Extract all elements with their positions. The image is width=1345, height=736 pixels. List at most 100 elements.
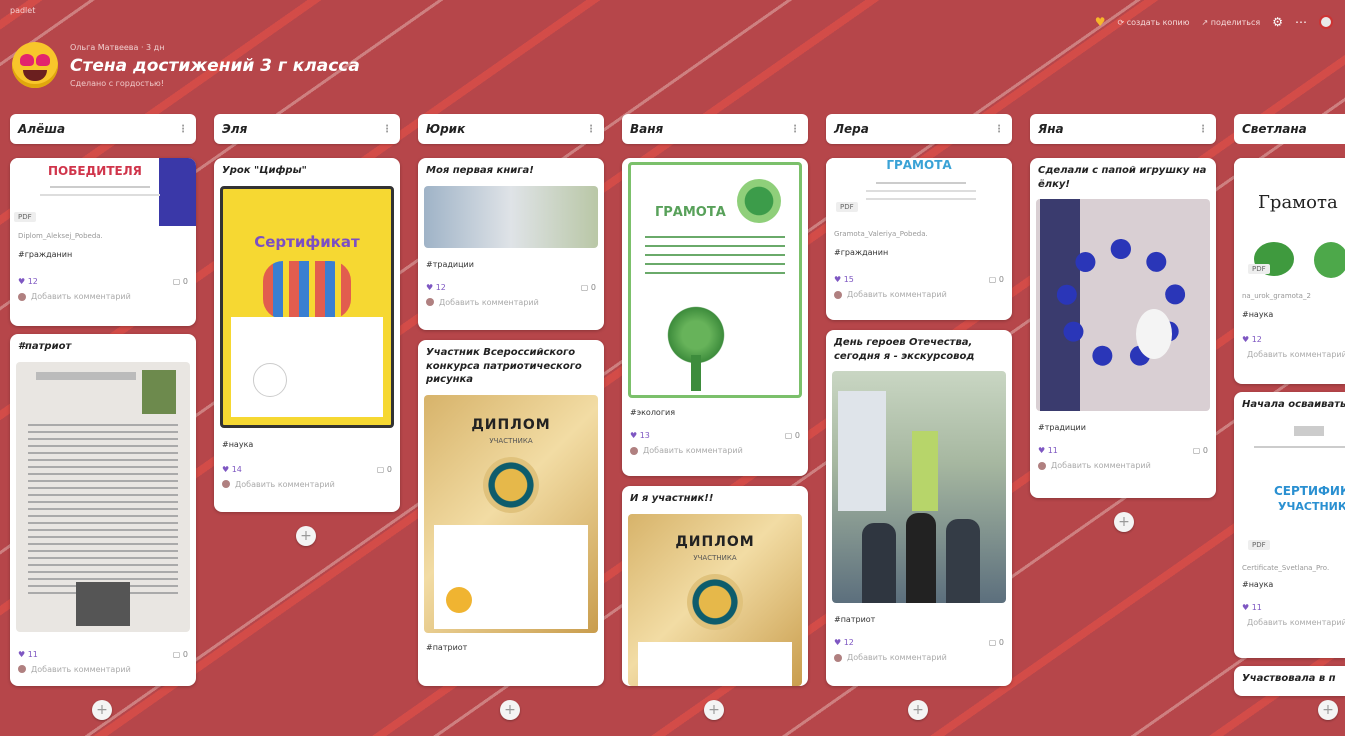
column-menu-icon[interactable]: ⋮	[1198, 124, 1208, 135]
column-header[interactable]: Эля ⋮	[214, 114, 400, 144]
like-button[interactable]: ♥ 12	[834, 638, 854, 647]
post-card[interactable]: ГРАМОТА #экология ♥ 13 ▢ 0 Добавить комме…	[622, 158, 808, 476]
gramota-image[interactable]: ГРАМОТА	[628, 162, 802, 398]
diploma-image[interactable]: ДИПЛОМ УЧАСТНИКА	[628, 513, 802, 686]
column-menu-icon[interactable]: ⋮	[178, 124, 188, 135]
add-post-button[interactable]: +	[704, 700, 724, 720]
diploma-image[interactable]: ДИПЛОМ УЧАСТНИКА	[424, 394, 598, 633]
add-post-button[interactable]: +	[296, 526, 316, 546]
column-menu-icon[interactable]: ⋮	[382, 124, 392, 135]
add-comment[interactable]: Добавить комментарий	[826, 288, 1012, 305]
comment-count[interactable]: ▢ 0	[377, 465, 392, 474]
column-yana: Яна ⋮	[1030, 114, 1216, 144]
like-button[interactable]: ♥ 15	[834, 275, 854, 284]
avatar	[834, 290, 842, 299]
more-icon[interactable]: ⋯	[1295, 15, 1307, 29]
like-button[interactable]: ♥ 11	[1242, 603, 1262, 612]
add-post-button[interactable]: +	[500, 700, 520, 720]
like-button[interactable]: ♥ 12	[18, 277, 38, 286]
add-post-button[interactable]: +	[92, 700, 112, 720]
post-card[interactable]: Участвовала в п	[1234, 666, 1345, 696]
padlet-logo[interactable]: padlet	[10, 6, 35, 15]
column-header[interactable]: Лера ⋮	[826, 114, 1012, 144]
certificate-image[interactable]: Сертификат	[220, 185, 394, 428]
gramota-heading: ГРАМОТА	[886, 158, 952, 172]
avatar	[1038, 461, 1046, 470]
like-count: 13	[639, 431, 650, 440]
comment-count[interactable]: ▢ 0	[785, 431, 800, 440]
column-header[interactable]: Юрик ⋮	[418, 114, 604, 144]
add-comment[interactable]: Добавить комментарий	[826, 651, 1012, 668]
add-comment[interactable]: Добавить комментарий	[214, 478, 400, 495]
post-card[interactable]: Начала осваивать программирование СЕРТИФ…	[1234, 392, 1345, 658]
add-comment[interactable]: Добавить комментарий	[10, 290, 196, 307]
add-comment[interactable]: Добавить комментарий	[1234, 348, 1345, 365]
add-comment[interactable]: Добавить комментарий	[622, 444, 808, 461]
like-count: 12	[1251, 335, 1262, 344]
post-card[interactable]: Урок "Цифры" Сертификат #наука ♥ 14 ▢ 0 Д…	[214, 158, 400, 512]
like-button[interactable]: ♥ 13	[630, 431, 650, 440]
post-card[interactable]: Грамота PDF na_urok_gramota_2 #наука ♥ 1…	[1234, 158, 1345, 384]
post-image[interactable]	[16, 361, 190, 632]
column-header[interactable]: Светлана⋮	[1234, 114, 1345, 144]
column-header[interactable]: Ваня ⋮	[622, 114, 808, 144]
like-button[interactable]: ♥ 11	[18, 650, 38, 659]
comment-count-value: 0	[182, 649, 188, 659]
pdf-badge: PDF	[836, 202, 858, 212]
document-preview[interactable]: ГРАМОТА PDF	[826, 158, 1012, 224]
comment-count[interactable]: ▢ 0	[1193, 446, 1208, 455]
remake-button[interactable]: ⟳ создать копию	[1117, 18, 1189, 27]
globe-icon	[737, 179, 781, 223]
pdf-badge: PDF	[14, 212, 36, 222]
like-button[interactable]: ♥ 14	[222, 465, 242, 474]
post-card[interactable]: День героев Отечества, сегодня я - экску…	[826, 330, 1012, 686]
wall-title: Стена достижений 3 г класса	[70, 56, 360, 76]
comment-count[interactable]: ▢ 0	[581, 283, 596, 292]
column-header[interactable]: Яна ⋮	[1030, 114, 1216, 144]
add-comment[interactable]: Добавить комментарий	[10, 663, 196, 680]
like-count: 15	[843, 275, 854, 284]
post-card[interactable]: Участник Всероссийского конкурса патриот…	[418, 340, 604, 686]
column-lera: Лера ⋮	[826, 114, 1012, 144]
like-button[interactable]: ♥ 12	[1242, 335, 1262, 344]
like-count: 11	[27, 649, 38, 659]
comment-count[interactable]: ▢ 0	[989, 638, 1004, 647]
certificate-image[interactable]: СЕРТИФИКАТ УЧАСТНИКА PDF	[1234, 419, 1345, 560]
avatar	[18, 665, 26, 673]
add-post-button[interactable]: +	[908, 700, 928, 720]
gear-icon[interactable]: ⚙	[1272, 15, 1283, 29]
add-comment[interactable]: Добавить комментарий	[418, 296, 604, 313]
column-menu-icon[interactable]: ⋮	[994, 124, 1004, 135]
post-tag: #наука	[1242, 310, 1274, 319]
heart-icon[interactable]: ♥	[1095, 15, 1106, 29]
like-button[interactable]: ♥ 11	[1038, 446, 1058, 455]
post-image[interactable]	[832, 371, 1006, 603]
comment-count[interactable]: ▢ 0	[989, 275, 1004, 284]
add-post-button[interactable]: +	[1318, 700, 1338, 720]
add-comment[interactable]: Добавить комментарий	[1234, 616, 1345, 633]
post-image[interactable]	[424, 185, 598, 248]
column-menu-icon[interactable]: ⋮	[586, 124, 596, 135]
post-card[interactable]: ПОБЕДИТЕЛЯ PDF Diplom_Aleksej_Pobeda. #г…	[10, 158, 196, 326]
comment-count[interactable]: ▢ 0	[173, 277, 188, 286]
post-card[interactable]: Сделали с папой игрушку на ёлку! #традиц…	[1030, 158, 1216, 498]
post-card[interactable]: Моя первая книга! #традиции ♥ 12 ▢ 0 Доба…	[418, 158, 604, 330]
comment-count[interactable]: ▢ 0	[173, 650, 188, 659]
document-preview[interactable]: Грамота PDF	[1234, 158, 1345, 284]
column-title: Алёша	[18, 122, 66, 136]
add-comment[interactable]: Добавить комментарий	[1030, 459, 1216, 476]
share-button[interactable]: ↗ поделиться	[1202, 18, 1261, 27]
post-card[interactable]: И я участник!! ДИПЛОМ УЧАСТНИКА	[622, 486, 808, 686]
column-header[interactable]: Алёша ⋮	[10, 114, 196, 144]
post-card[interactable]: #патриот ♥ 11 ▢ 0 Добавить комментарий	[10, 334, 196, 686]
like-button[interactable]: ♥ 12	[426, 283, 446, 292]
post-card[interactable]: ГРАМОТА PDF Gramota_Valeriya_Pobeda. #гр…	[826, 158, 1012, 320]
column-menu-icon[interactable]: ⋮	[790, 124, 800, 135]
post-title: Начала осваивать программирование	[1242, 399, 1345, 410]
column-title: Ваня	[630, 122, 664, 136]
avatar[interactable]	[1319, 15, 1333, 29]
add-post-button[interactable]: +	[1114, 512, 1134, 532]
document-preview[interactable]: ПОБЕДИТЕЛЯ PDF	[10, 158, 196, 226]
diploma-subheading: УЧАСТНИКА	[489, 436, 533, 445]
post-image[interactable]	[1036, 199, 1210, 411]
